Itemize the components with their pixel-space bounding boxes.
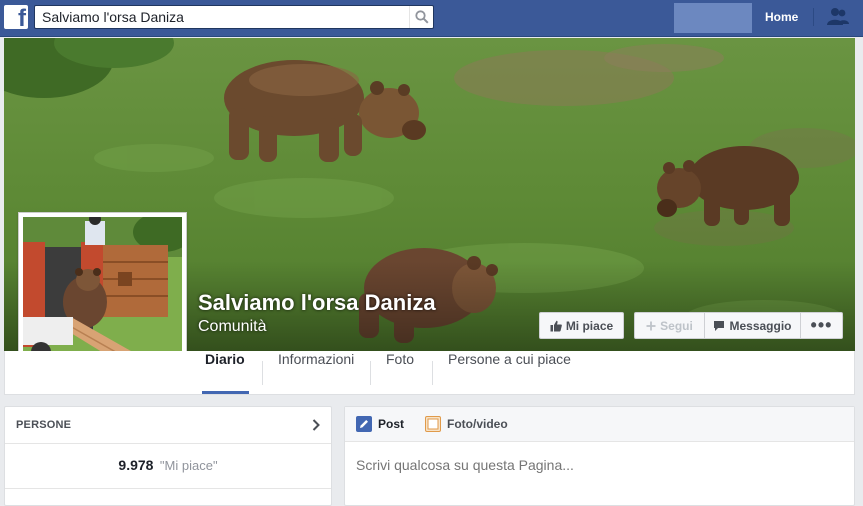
composer-tab-foto-video[interactable]: Foto/video xyxy=(425,407,508,441)
likes-label: "Mi piace" xyxy=(159,458,218,473)
home-link[interactable]: Home xyxy=(765,10,798,24)
thumbs-up-icon xyxy=(550,320,562,331)
tab-foto[interactable]: Foto xyxy=(386,351,414,394)
topbar-divider xyxy=(813,8,814,26)
page-tabs-bar: Diario Informazioni Foto Persone a cui p… xyxy=(4,351,855,395)
plus-icon xyxy=(646,321,656,330)
message-button[interactable]: Messaggio xyxy=(704,312,801,339)
people-card-header[interactable]: PERSONE xyxy=(5,407,331,444)
composer-tabs: Post Foto/video xyxy=(345,407,854,442)
post-composer: Post Foto/video xyxy=(344,406,855,506)
follow-button-label: Segui xyxy=(660,318,693,333)
message-button-label: Messaggio xyxy=(729,318,792,333)
page-category[interactable]: Comunità xyxy=(198,318,266,336)
composer-input[interactable] xyxy=(356,457,836,473)
tab-divider xyxy=(432,361,433,385)
more-icon: ••• xyxy=(810,315,833,335)
page-title[interactable]: Salviamo l'orsa Daniza xyxy=(198,290,436,316)
search-button[interactable] xyxy=(409,6,433,28)
likes-count: 9.978 xyxy=(118,457,154,473)
tab-divider xyxy=(262,361,263,385)
search-icon xyxy=(414,10,429,24)
top-navigation-bar: f Home xyxy=(0,0,863,37)
tab-divider xyxy=(370,361,371,385)
friend-requests-icon[interactable] xyxy=(826,6,850,28)
composer-tab-post-label: Post xyxy=(378,417,405,431)
active-tab-indicator xyxy=(202,391,249,394)
tab-diario[interactable]: Diario xyxy=(205,351,245,394)
chevron-right-icon[interactable] xyxy=(312,419,320,431)
profile-link[interactable] xyxy=(674,3,752,33)
composer-tab-post[interactable]: Post xyxy=(356,407,404,441)
tab-persone-a-cui-piace[interactable]: Persone a cui piace xyxy=(448,351,571,394)
logo-letter: f xyxy=(18,5,26,29)
people-card: PERSONE 9.978 "Mi piace" xyxy=(4,406,332,506)
follow-button[interactable]: Segui xyxy=(634,312,704,339)
composer-tab-foto-video-label: Foto/video xyxy=(447,417,508,431)
facebook-logo-icon[interactable]: f xyxy=(4,5,28,29)
more-options-button[interactable]: ••• xyxy=(801,312,843,339)
message-icon xyxy=(714,320,725,331)
likes-summary: 9.978 "Mi piace" xyxy=(5,444,331,475)
photo-icon xyxy=(425,416,441,432)
card-divider xyxy=(5,488,331,489)
like-button[interactable]: Mi piace xyxy=(539,312,624,339)
like-button-label: Mi piace xyxy=(565,318,614,333)
pencil-icon xyxy=(356,416,372,432)
search-box xyxy=(34,5,434,29)
people-card-title: PERSONE xyxy=(16,419,72,431)
search-input[interactable] xyxy=(35,6,409,28)
tab-informazioni[interactable]: Informazioni xyxy=(278,351,354,394)
